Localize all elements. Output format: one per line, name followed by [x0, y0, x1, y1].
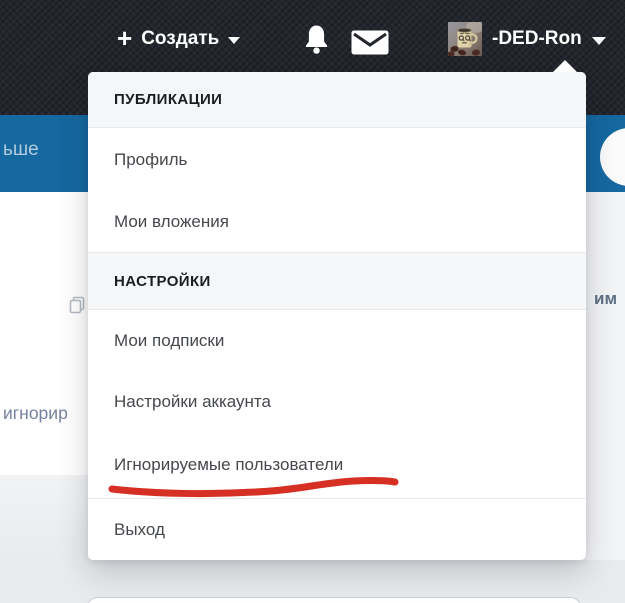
menu-item-label: Мои вложения [114, 211, 229, 231]
user-dropdown-menu: ПУБЛИКАЦИИ Профиль Мои вложения НАСТРОЙК… [88, 60, 586, 560]
chevron-down-icon [591, 37, 606, 45]
chevron-down-icon [228, 37, 241, 44]
nav-link-clipped[interactable]: ьше [3, 139, 39, 161]
username: -DED-Ron [492, 28, 582, 49]
messages-envelope-icon[interactable] [351, 30, 389, 60]
user-menu-toggle[interactable]: -DED-Ron [448, 22, 606, 56]
menu-section-header-settings: НАСТРОЙКИ [88, 252, 586, 310]
menu-item-label: Выход [114, 519, 165, 539]
create-button[interactable]: + Создать [117, 23, 241, 53]
red-underline-annotation [108, 476, 399, 498]
menu-item-my-attachments[interactable]: Мои вложения [88, 191, 586, 252]
dropdown-pointer [553, 60, 577, 72]
menu-item-ignored-users[interactable]: Игнорируемые пользователи [88, 432, 586, 498]
search-pill[interactable] [600, 128, 625, 186]
background-text-fragment-left: игнорир [3, 403, 68, 423]
background-panel-edge [86, 597, 582, 603]
menu-item-label: Мои подписки [114, 330, 225, 350]
create-button-label: Создать [141, 28, 220, 49]
notifications-bell-icon[interactable] [302, 24, 331, 61]
menu-item-label: Настройки аккаунта [114, 391, 271, 411]
menu-item-account-settings[interactable]: Настройки аккаунта [88, 371, 586, 432]
menu-section-header-publications: ПУБЛИКАЦИИ [88, 72, 586, 128]
avatar [448, 22, 482, 56]
menu-item-label: Профиль [114, 149, 188, 169]
screen: игнорир им + Создать -DED-Ron ьше ПУБЛИК… [0, 0, 625, 603]
plus-icon: + [117, 23, 133, 53]
menu-item-logout[interactable]: Выход [88, 499, 586, 560]
background-text-fragment-right: им [594, 289, 618, 308]
menu-item-my-subscriptions[interactable]: Мои подписки [88, 310, 586, 371]
menu-item-profile[interactable]: Профиль [88, 128, 586, 191]
menu-item-label: Игнорируемые пользователи [114, 455, 344, 474]
pages-icon [68, 296, 86, 319]
page-right-strip [586, 192, 625, 560]
